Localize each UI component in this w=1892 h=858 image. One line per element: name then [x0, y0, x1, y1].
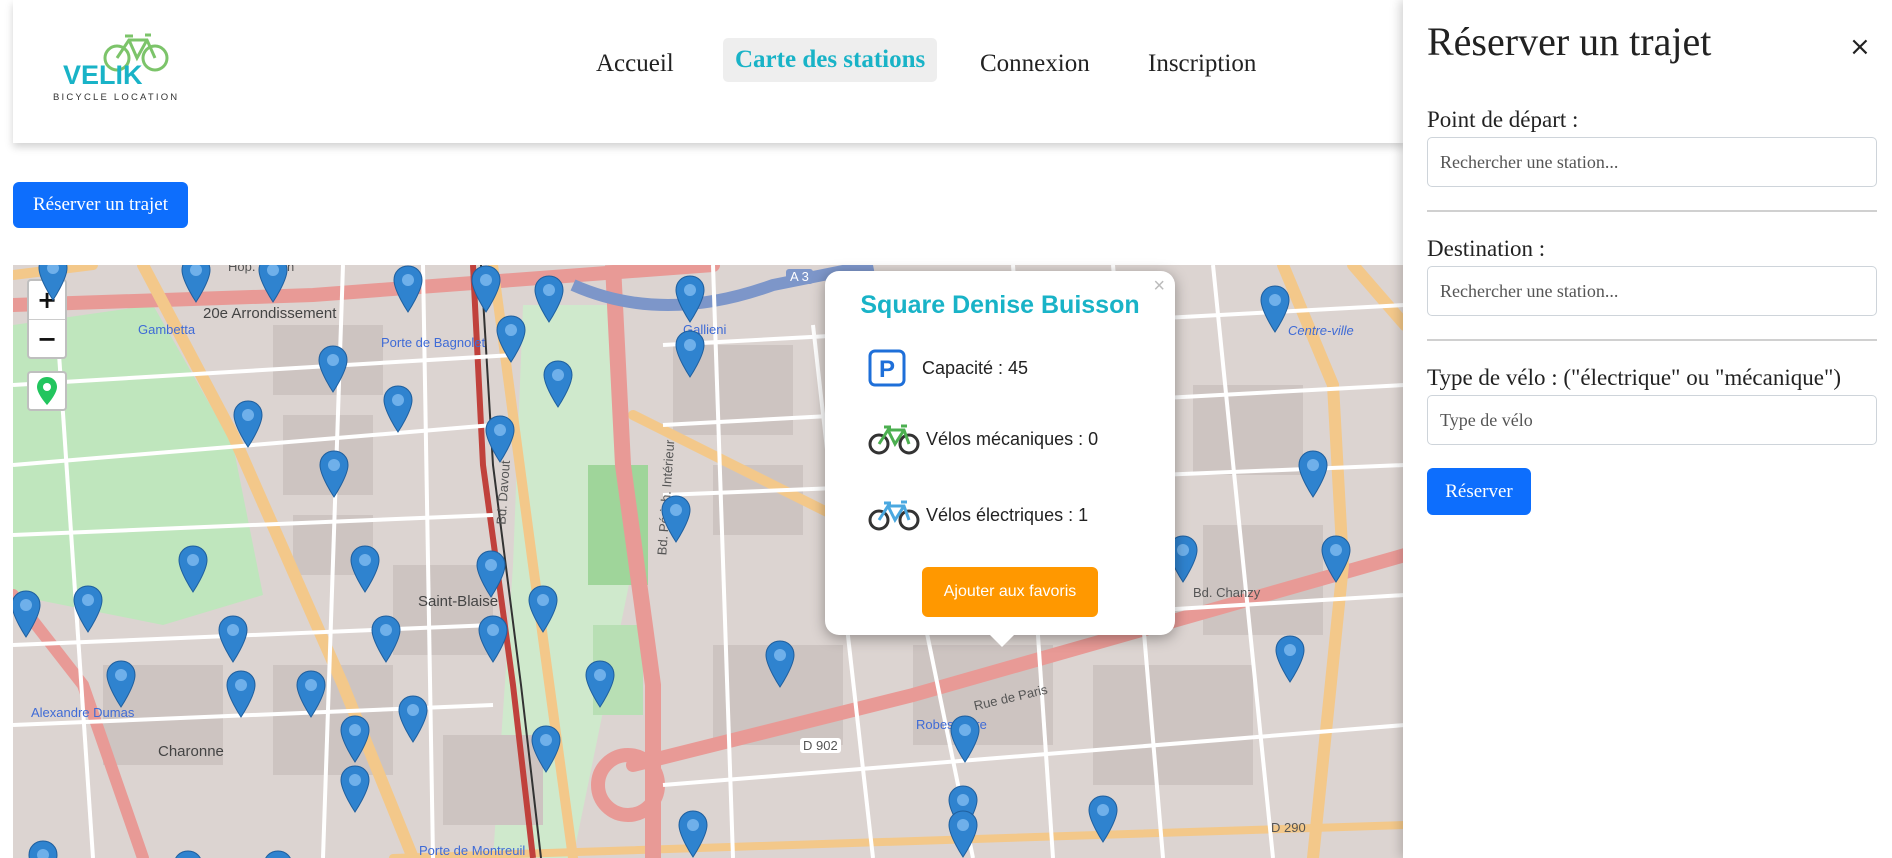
station-marker-icon[interactable] [1088, 795, 1118, 843]
map-label-a3: A 3 [786, 269, 813, 284]
station-marker-icon[interactable] [233, 400, 263, 448]
station-marker-icon[interactable] [534, 275, 564, 323]
stations-map[interactable]: Hop. Tenon 20e Arrondissement Gambetta P… [13, 265, 1405, 858]
bike-type-label: Type de vélo : ("électrique" ou "mécaniq… [1427, 365, 1841, 390]
map-label-d902: D 902 [800, 738, 841, 753]
nav-inscription[interactable]: Inscription [1148, 50, 1256, 78]
station-marker-icon[interactable] [476, 550, 506, 598]
popup-pointer [988, 633, 1016, 647]
station-marker-icon[interactable] [218, 615, 248, 663]
station-marker-icon[interactable] [471, 265, 501, 313]
nav-carte-des-stations[interactable]: Carte des stations [723, 38, 938, 82]
station-marker-icon[interactable] [1298, 450, 1328, 498]
station-marker-icon[interactable] [28, 840, 58, 858]
station-marker-icon[interactable] [950, 715, 980, 763]
station-marker-icon[interactable] [258, 265, 288, 303]
station-marker-icon[interactable] [296, 670, 326, 718]
destination-input[interactable] [1427, 266, 1877, 316]
destination-label: Destination : [1427, 236, 1546, 261]
station-marker-icon[interactable] [678, 810, 708, 858]
divider [1427, 210, 1877, 212]
nav-connexion[interactable]: Connexion [980, 50, 1090, 78]
station-marker-icon[interactable] [263, 850, 293, 858]
station-marker-icon[interactable] [226, 670, 256, 718]
station-marker-icon[interactable] [398, 695, 428, 743]
nav-accueil[interactable]: Accueil [596, 50, 674, 78]
capacity-row: P Capacité : 45 [868, 348, 1028, 388]
station-marker-icon[interactable] [478, 615, 508, 663]
station-marker-icon[interactable] [38, 265, 68, 301]
main-nav: Accueil Carte des stations Connexion Ins… [13, 0, 1405, 143]
electric-bike-icon [868, 500, 920, 531]
station-marker-icon[interactable] [73, 585, 103, 633]
locate-button[interactable] [27, 371, 67, 411]
top-navbar: VELIK BICYCLE LOCATION Accueil Carte des… [13, 0, 1405, 143]
station-marker-icon[interactable] [531, 725, 561, 773]
map-label-d290: D 290 [1271, 820, 1306, 835]
station-marker-icon[interactable] [383, 385, 413, 433]
map-label-20e: 20e Arrondissement [203, 305, 337, 322]
station-marker-icon[interactable] [340, 765, 370, 813]
bike-type-input[interactable] [1427, 395, 1877, 445]
station-marker-icon[interactable] [1321, 535, 1351, 583]
station-marker-icon[interactable] [178, 545, 208, 593]
station-popup: × Square Denise Buisson P Capacité : 45 … [825, 271, 1175, 635]
capacity-text: Capacité : 45 [922, 357, 1029, 378]
zoom-out-button[interactable]: − [29, 319, 65, 358]
map-label-gambetta: Gambetta [138, 322, 196, 337]
station-marker-icon[interactable] [319, 450, 349, 498]
map-label-bd-chanzy: Bd. Chanzy [1193, 585, 1261, 600]
station-marker-icon[interactable] [318, 345, 348, 393]
departure-label: Point de départ : [1427, 107, 1579, 132]
panel-title: Réserver un trajet [1427, 19, 1712, 64]
station-marker-icon[interactable] [528, 585, 558, 633]
mechanical-bike-icon [868, 424, 920, 455]
station-marker-icon[interactable] [371, 615, 401, 663]
map-label-centre-ville: Centre-ville [1288, 323, 1354, 338]
station-marker-icon[interactable] [661, 495, 691, 543]
mechanical-bikes-row: Vélos mécaniques : 0 [868, 419, 1098, 459]
map-label-charonne: Charonne [158, 743, 224, 760]
station-marker-icon[interactable] [543, 360, 573, 408]
divider [1427, 339, 1877, 341]
station-marker-icon[interactable] [106, 660, 136, 708]
station-marker-icon[interactable] [485, 415, 515, 463]
map-label-porte-bagnolet: Porte de Bagnolet [381, 335, 486, 350]
svg-text:P: P [879, 356, 895, 383]
station-marker-icon[interactable] [181, 265, 211, 303]
reserve-trip-button[interactable]: Réserver un trajet [13, 182, 188, 228]
station-marker-icon[interactable] [585, 660, 615, 708]
location-pin-icon [37, 377, 57, 405]
station-marker-icon[interactable] [1260, 285, 1290, 333]
mechanical-bikes-text: Vélos mécaniques : 0 [926, 428, 1099, 449]
electric-bikes-text: Vélos électriques : 1 [926, 504, 1089, 525]
submit-reservation-button[interactable]: Réserver [1427, 468, 1531, 515]
station-marker-icon[interactable] [340, 715, 370, 763]
panel-close-button[interactable]: × [1849, 32, 1871, 62]
station-marker-icon[interactable] [173, 850, 203, 858]
add-favorite-button[interactable]: Ajouter aux favoris [922, 567, 1098, 617]
station-marker-icon[interactable] [765, 640, 795, 688]
station-name: Square Denise Buisson [860, 291, 1140, 319]
station-marker-icon[interactable] [675, 330, 705, 378]
station-marker-icon[interactable] [948, 810, 978, 858]
parking-icon: P [868, 349, 906, 387]
electric-bikes-row: Vélos électriques : 1 [868, 495, 1088, 535]
map-label-porte-montreuil: Porte de Montreuil [419, 843, 526, 858]
station-marker-icon[interactable] [350, 545, 380, 593]
station-marker-icon[interactable] [675, 275, 705, 323]
station-marker-icon[interactable] [393, 265, 423, 313]
station-marker-icon[interactable] [13, 590, 41, 638]
reservation-panel: Réserver un trajet × Point de départ : D… [1403, 0, 1892, 858]
station-marker-icon[interactable] [496, 315, 526, 363]
departure-input[interactable] [1427, 137, 1877, 187]
station-marker-icon[interactable] [1275, 635, 1305, 683]
